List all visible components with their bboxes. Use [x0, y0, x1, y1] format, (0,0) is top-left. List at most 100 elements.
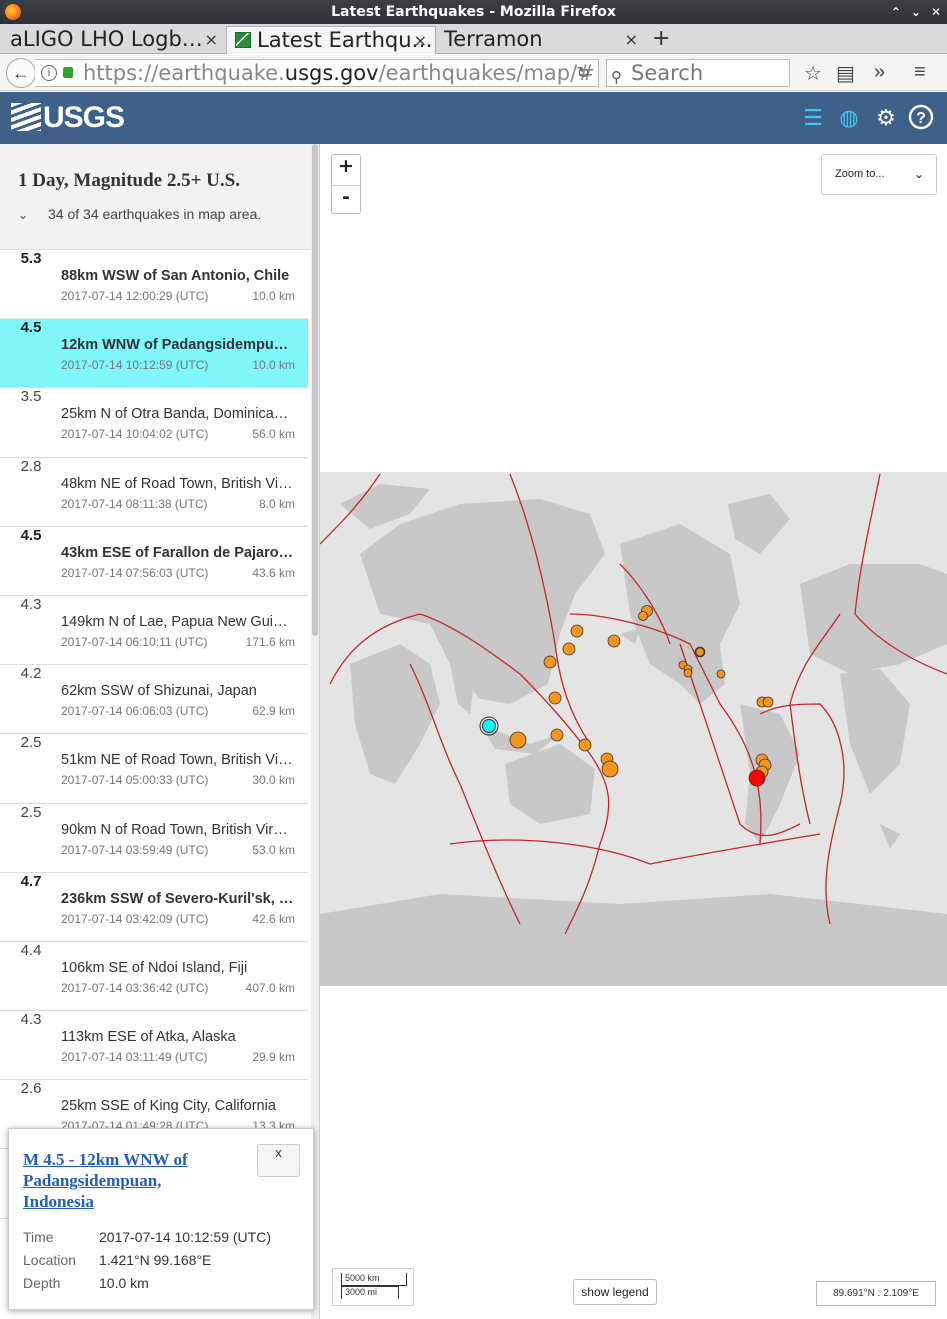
- earthquake-list-item[interactable]: 4.3 113km ESE of Atka, Alaska 2017-07-14 0…: [0, 1011, 308, 1081]
- quake-marker[interactable]: [683, 668, 693, 678]
- earthquake-list-item[interactable]: 4.7 236km SSW of Severo-Kuril'sk, Russia 2…: [0, 872, 308, 942]
- quake-marker[interactable]: [762, 696, 774, 708]
- popup-location-value: 1.421°N 99.168°E: [99, 1252, 212, 1268]
- maximize-button[interactable]: ⌄: [911, 0, 921, 24]
- tab-latest-earthquakes[interactable]: Latest Earthqu… ×: [226, 26, 436, 54]
- eq-time: 2017-07-14 03:11:49 (UTC): [61, 1050, 208, 1065]
- earthquake-list-item[interactable]: 5.3 88km WSW of San Antonio, Chile 2017-07…: [0, 250, 308, 320]
- navigation-bar: ← i https://earthquake.usgs.gov/earthqua…: [0, 55, 947, 91]
- earthquake-list-item[interactable]: 3.5 25km N of Otra Banda, Dominican Repub…: [0, 388, 308, 458]
- earthquake-list-item[interactable]: 4.5 12km WNW of Padangsidempuan, Indonesi…: [0, 319, 308, 389]
- usgs-logo-text: USGS: [43, 101, 125, 134]
- world-map[interactable]: [320, 144, 947, 1319]
- firefox-icon: [5, 4, 21, 20]
- tab-close-icon[interactable]: ×: [625, 26, 638, 53]
- zoom-to-select[interactable]: Zoom to... ⌄: [821, 154, 937, 195]
- usgs-logo[interactable]: USGS: [11, 101, 125, 135]
- quake-marker[interactable]: [543, 655, 557, 669]
- eq-place: 43km ESE of Farallon de Pajaros, Norther…: [61, 544, 295, 561]
- zoom-out-button[interactable]: -: [332, 185, 360, 215]
- info-icon[interactable]: i: [41, 65, 57, 81]
- earthquake-list-item[interactable]: 4.2 62km SSW of Shizunai, Japan 2017-07-14…: [0, 665, 308, 735]
- eq-place: 106km SE of Ndoi Island, Fiji: [61, 959, 248, 976]
- tab-label: Latest Earthqu…: [257, 28, 433, 52]
- zoom-in-button[interactable]: +: [332, 155, 360, 185]
- eq-magnitude: 4.5: [20, 526, 42, 544]
- latest-quake-marker[interactable]: [748, 769, 766, 787]
- lock-icon: [63, 67, 73, 78]
- eq-time: 2017-07-14 08:11:38 (UTC): [61, 496, 208, 511]
- eq-depth: 30.0 km: [252, 773, 295, 788]
- tab-close-icon[interactable]: ×: [205, 26, 218, 53]
- url-bar[interactable]: i https://earthquake.usgs.gov/earthquake…: [35, 59, 599, 87]
- eq-depth: 171.6 km: [245, 634, 295, 649]
- quake-marker[interactable]: [601, 760, 619, 778]
- show-legend-button[interactable]: show legend: [573, 1279, 657, 1305]
- eq-magnitude: 2.5: [20, 803, 42, 821]
- quake-marker[interactable]: [578, 738, 592, 752]
- reload-icon[interactable]: ↻: [577, 60, 590, 86]
- eq-time: 2017-07-14 03:36:42 (UTC): [61, 980, 209, 995]
- hamburger-menu-icon[interactable]: ≡: [914, 61, 926, 84]
- earthquake-list-item[interactable]: 2.5 90km N of Road Town, British Virgin I…: [0, 803, 308, 873]
- globe-map-icon[interactable]: ◍: [835, 104, 863, 132]
- quake-marker[interactable]: [716, 669, 726, 679]
- quake-marker[interactable]: [607, 634, 621, 648]
- quake-marker[interactable]: [550, 728, 564, 742]
- back-button[interactable]: ←: [6, 58, 36, 88]
- popup-title-link[interactable]: M 4.5 - 12km WNW of Padangsidempuan, Ind…: [23, 1149, 235, 1212]
- usgs-waves-icon: [11, 103, 41, 131]
- popup-depth-label: Depth: [23, 1275, 61, 1291]
- eq-magnitude: 4.5: [20, 319, 42, 337]
- url-path: /earthquakes/map/#: [378, 61, 595, 85]
- bookmark-star-icon[interactable]: ☆: [804, 61, 822, 86]
- earthquake-list-item[interactable]: 2.8 48km NE of Road Town, British Virgin …: [0, 457, 308, 527]
- search-input[interactable]: ⚲ Search: [606, 59, 790, 87]
- eq-magnitude: 2.5: [20, 734, 42, 752]
- help-icon[interactable]: ?: [907, 104, 935, 132]
- map-scale: 5000 km 3000 mi: [332, 1268, 414, 1306]
- eq-place: 12km WNW of Padangsidempuan, Indonesia: [61, 337, 295, 354]
- popup-location-row: Location 1.421°N 99.168°E: [23, 1252, 211, 1268]
- earthquake-list-item[interactable]: 2.5 51km NE of Road Town, British Virgin …: [0, 734, 308, 804]
- eq-place: 236km SSW of Severo-Kuril'sk, Russia: [61, 890, 295, 907]
- tab-close-icon[interactable]: ×: [414, 27, 427, 54]
- popup-time-row: Time 2017-07-14 10:12:59 (UTC): [23, 1229, 271, 1245]
- eq-place: 25km N of Otra Banda, Dominican Republic: [61, 406, 295, 423]
- popup-time-value: 2017-07-14 10:12:59 (UTC): [99, 1229, 271, 1245]
- close-window-button[interactable]: ✕: [931, 0, 941, 24]
- eq-time: 2017-07-14 06:10:11 (UTC): [61, 634, 208, 649]
- url-prefix: https://earthquake.: [83, 61, 285, 85]
- popup-depth-value: 10.0 km: [99, 1275, 149, 1291]
- eq-magnitude: 5.3: [20, 250, 42, 267]
- quake-marker[interactable]: [570, 624, 584, 638]
- earthquake-list-item[interactable]: 4.3 149km N of Lae, Papua New Guinea 2017-…: [0, 595, 308, 666]
- quake-marker[interactable]: [509, 731, 527, 749]
- list-title: 1 Day, Magnitude 2.5+ U.S.: [18, 170, 240, 191]
- quake-marker[interactable]: [638, 611, 648, 621]
- search-icon: ⚲: [611, 68, 622, 86]
- new-tab-icon[interactable]: +: [652, 26, 670, 51]
- quake-marker[interactable]: [562, 642, 576, 656]
- reader-view-icon[interactable]: ▤: [836, 61, 855, 86]
- eq-magnitude: 2.8: [20, 457, 42, 475]
- minimize-button[interactable]: ⌃: [891, 0, 901, 24]
- chevron-down-icon[interactable]: ⌄: [18, 208, 48, 222]
- selected-quake-marker[interactable]: [482, 719, 496, 733]
- eq-place: 88km WSW of San Antonio, Chile: [61, 268, 290, 284]
- tab-terramon[interactable]: Terramon ×: [436, 26, 646, 54]
- popup-close-button[interactable]: x: [257, 1144, 300, 1177]
- earthquake-list-item[interactable]: 4.4 106km SE of Ndoi Island, Fiji 2017-07-…: [0, 941, 308, 1012]
- eq-depth: 53.0 km: [252, 842, 295, 857]
- map-area[interactable]: + - Zoom to... ⌄ 5000 km 3000 mi show le…: [320, 144, 947, 1319]
- overflow-chevron-icon[interactable]: »: [874, 61, 885, 84]
- eq-depth: 56.0 km: [252, 427, 295, 442]
- earthquake-list-item[interactable]: 4.5 43km ESE of Farallon de Pajaros, Nort…: [0, 526, 308, 596]
- tab-aligo-logbook[interactable]: aLIGO LHO Logb… ×: [2, 26, 226, 54]
- list-count[interactable]: ⌄ 34 of 34 earthquakes in map area.: [18, 206, 301, 222]
- scrollbar-thumb[interactable]: [312, 144, 318, 636]
- quake-marker[interactable]: [694, 646, 706, 658]
- gear-icon[interactable]: ⚙: [872, 104, 900, 132]
- list-view-icon[interactable]: ☰: [799, 104, 827, 132]
- quake-marker[interactable]: [548, 691, 562, 705]
